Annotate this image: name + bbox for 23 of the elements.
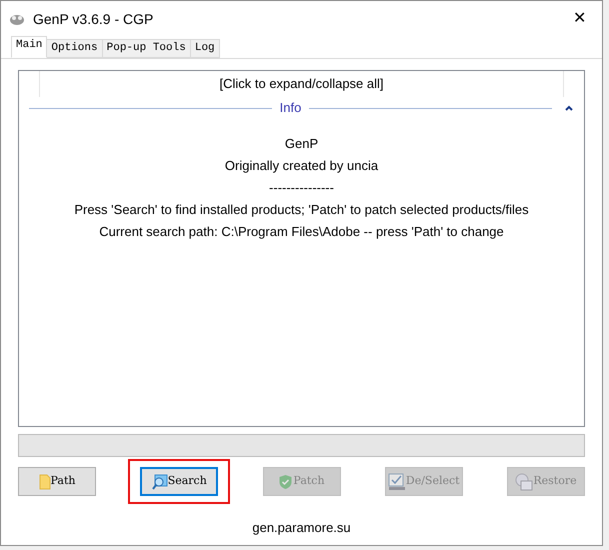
- close-button[interactable]: ✕: [573, 7, 586, 31]
- collapse-chevron-icon[interactable]: [564, 104, 574, 112]
- info-text: Press 'Search' to find installed products; 'Patch' to patch selected products/files: [74, 201, 529, 219]
- restore-icon: [515, 472, 534, 490]
- section-title[interactable]: Info: [276, 98, 306, 118]
- info-text: GenP: [284, 135, 318, 153]
- window-title: GenP v3.6.9 - CGP: [33, 10, 154, 28]
- search-icon: [152, 474, 168, 490]
- search-button[interactable]: Search: [140, 467, 218, 496]
- checklist-icon: [388, 472, 406, 490]
- shield-icon: [278, 474, 294, 490]
- tab[interactable]: Log: [190, 39, 220, 58]
- document-icon: [38, 474, 50, 490]
- info-text: ---------------: [269, 179, 334, 197]
- app-icon: [9, 12, 25, 26]
- tab[interactable]: Pop-up Tools: [102, 39, 191, 58]
- tab[interactable]: Main: [11, 36, 48, 58]
- info-text: Current search path: C:\Program Files\Adobe -- press 'Path' to change: [99, 223, 504, 241]
- toolbar-button[interactable]: Path: [18, 467, 96, 496]
- website-link[interactable]: gen.paramore.su: [252, 518, 351, 538]
- tab[interactable]: Options: [46, 39, 103, 58]
- expand-collapse-link[interactable]: [Click to expand/collapse all]: [219, 74, 384, 94]
- info-text: Originally created by uncia: [224, 157, 378, 175]
